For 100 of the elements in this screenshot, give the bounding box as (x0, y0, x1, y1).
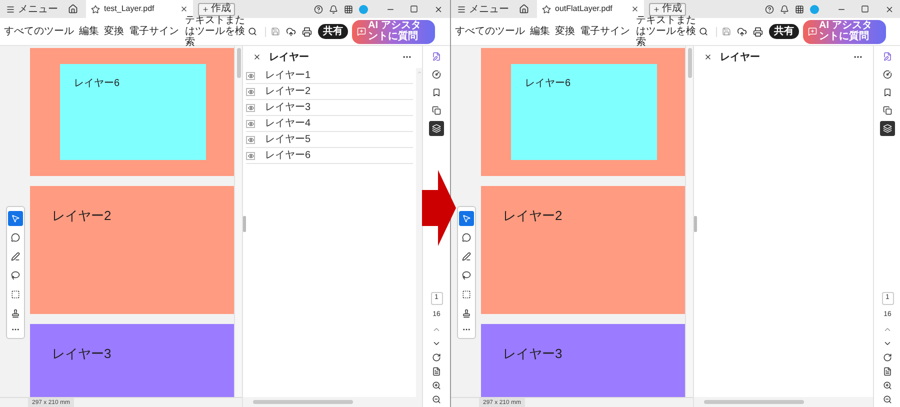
rotate-icon[interactable] (432, 353, 441, 362)
upload-icon[interactable] (737, 26, 747, 36)
bell-icon[interactable] (329, 4, 338, 14)
maximize-icon[interactable] (861, 5, 869, 13)
layer-row[interactable]: レイヤー2 (246, 84, 413, 100)
scrollbar[interactable] (685, 46, 693, 397)
document-tab[interactable]: outFlatLayer.pdf (537, 0, 644, 18)
layers-button[interactable] (429, 121, 444, 136)
previous-page-icon[interactable] (883, 325, 892, 334)
nav-menu-item[interactable]: 電子サイン (580, 24, 630, 39)
share-button[interactable]: 共有 (318, 24, 348, 39)
pointer-tool[interactable] (459, 211, 474, 226)
layer-row[interactable]: レイヤー6 (246, 148, 413, 164)
next-page-icon[interactable] (883, 339, 892, 348)
nav-menu-item[interactable]: すべてのツール (4, 24, 74, 39)
print-icon[interactable] (302, 26, 312, 36)
comment-icon (11, 233, 20, 242)
ai-assistant-button[interactable]: AI アシスタントに質問 (803, 20, 886, 44)
pointer-icon (462, 214, 471, 223)
horizontal-scrollbar[interactable] (694, 397, 873, 407)
help-icon[interactable] (765, 4, 774, 14)
ai-assistant-button[interactable]: AI アシスタントに質問 (352, 20, 435, 44)
create-button[interactable]: 作成 (649, 2, 686, 16)
nav-menu-item[interactable]: すべてのツール (455, 24, 525, 39)
pages-icon (432, 106, 441, 115)
zoom-out-icon[interactable] (883, 395, 892, 404)
create-button[interactable]: 作成 (198, 2, 235, 16)
page-text: レイヤー2 (52, 207, 112, 225)
layer-row[interactable]: レイヤー1 (246, 68, 413, 84)
home-icon[interactable] (519, 4, 529, 14)
layers-button[interactable] (880, 121, 895, 136)
horizontal-scrollbar[interactable] (243, 397, 422, 407)
search-icon (699, 27, 708, 36)
layer-text: レイヤー6 (74, 77, 120, 91)
home-icon[interactable] (68, 4, 78, 14)
zoom-in-icon[interactable] (883, 381, 892, 390)
close-window-icon[interactable] (434, 4, 442, 14)
nav-menu-item[interactable]: 編集 (530, 24, 550, 39)
layer-row[interactable]: レイヤー4 (246, 116, 413, 132)
nav-menu-item[interactable]: 電子サイン (129, 24, 179, 39)
visibility-toggle[interactable] (246, 152, 255, 160)
maximize-icon[interactable] (410, 5, 418, 13)
help-icon[interactable] (314, 4, 323, 14)
apps-icon[interactable] (344, 4, 353, 14)
visibility-toggle[interactable] (246, 72, 255, 80)
save-icon[interactable] (271, 27, 280, 36)
stamp-icon (11, 309, 20, 318)
document-tab[interactable]: test_Layer.pdf (86, 0, 193, 18)
nav-menu-item[interactable]: 変換 (104, 24, 124, 39)
nav-menu-item[interactable]: 変換 (555, 24, 575, 39)
scrollbar[interactable] (234, 46, 242, 397)
scrollbar[interactable] (416, 68, 422, 397)
pointer-tool[interactable] (8, 211, 23, 226)
previous-page-icon[interactable] (432, 325, 441, 334)
save-icon[interactable] (722, 27, 731, 36)
comment-icon (462, 233, 471, 242)
close-icon[interactable] (704, 53, 712, 61)
next-page-icon[interactable] (432, 339, 441, 348)
close-icon[interactable] (180, 5, 188, 13)
layer-row[interactable]: レイヤー5 (246, 132, 413, 148)
visibility-toggle[interactable] (246, 88, 255, 96)
bell-icon[interactable] (780, 4, 789, 14)
page-text: レイヤー2 (503, 207, 562, 225)
search-tools-button[interactable]: テキストまたはツールを検索 (185, 15, 261, 48)
chat-icon (357, 27, 366, 36)
layer-name: レイヤー4 (265, 118, 311, 128)
page-display-icon[interactable] (432, 367, 441, 376)
panel-title: レイヤー (269, 50, 309, 64)
menu-button[interactable]: メニュー (455, 1, 511, 17)
visibility-toggle[interactable] (246, 104, 255, 112)
menu-button[interactable]: メニュー (4, 1, 60, 17)
print-icon[interactable] (753, 26, 763, 36)
star-icon[interactable] (542, 4, 551, 14)
upload-icon[interactable] (286, 26, 296, 36)
lasso-icon (11, 271, 20, 280)
layer-row[interactable]: レイヤー3 (246, 100, 413, 116)
tab-title: test_Layer.pdf (104, 3, 154, 15)
zoom-out-icon[interactable] (432, 395, 441, 404)
chat-icon (808, 27, 817, 36)
close-window-icon[interactable] (884, 4, 894, 14)
apps-icon[interactable] (795, 4, 804, 14)
lasso-icon (462, 271, 471, 280)
edit-document-icon (432, 52, 441, 61)
zoom-in-icon[interactable] (432, 381, 441, 390)
close-icon[interactable] (253, 53, 261, 61)
pen-icon (11, 252, 20, 261)
pages-icon (883, 106, 892, 115)
nav-menu-item[interactable]: 編集 (79, 24, 99, 39)
share-button[interactable]: 共有 (769, 24, 799, 39)
visibility-toggle[interactable] (246, 136, 255, 144)
menu-icon (457, 4, 466, 14)
tab-title: outFlatLayer.pdf (555, 3, 612, 15)
page-display-icon[interactable] (883, 367, 892, 376)
eye-icon (248, 104, 254, 110)
text-box-icon (11, 290, 20, 299)
visibility-toggle[interactable] (246, 120, 255, 128)
rotate-icon[interactable] (883, 353, 892, 362)
search-tools-button[interactable]: テキストまたはツールを検索 (636, 15, 712, 48)
star-icon[interactable] (91, 4, 100, 14)
close-icon[interactable] (631, 5, 639, 13)
